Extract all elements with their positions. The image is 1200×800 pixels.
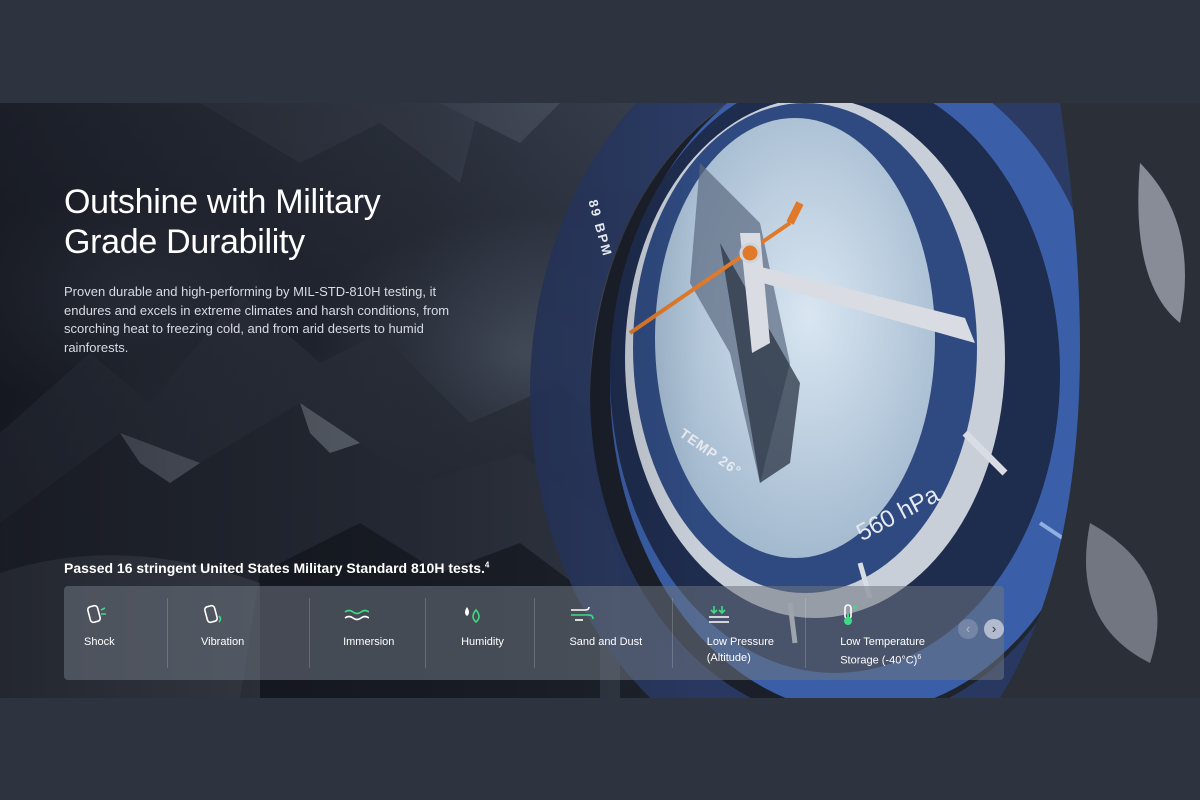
footnote-marker: 6 bbox=[917, 654, 922, 661]
footnote-marker: 4 bbox=[484, 560, 490, 570]
hero-description: Proven durable and high-performing by MI… bbox=[64, 284, 450, 355]
page-title: Outshine with Military Grade Durability bbox=[64, 182, 464, 262]
label-line-1: Low Temperature bbox=[840, 636, 925, 648]
carousel-prev-button[interactable]: ‹ bbox=[958, 619, 979, 639]
carousel-next-button[interactable]: › bbox=[984, 619, 1005, 639]
humidity-icon bbox=[461, 604, 534, 626]
shock-icon bbox=[84, 604, 167, 626]
test-item-vibration: Vibration bbox=[168, 586, 309, 680]
tests-heading-text: Passed 16 stringent United States Milita… bbox=[64, 560, 485, 576]
test-item-humidity: Humidity bbox=[426, 586, 534, 680]
immersion-icon bbox=[343, 604, 425, 626]
carousel-controls: ‹ › bbox=[958, 586, 1005, 680]
test-item-immersion: Immersion bbox=[310, 586, 425, 680]
test-item-shock: Shock bbox=[64, 586, 167, 680]
test-item-label: Vibration bbox=[200, 636, 245, 648]
test-item-sand-and-dust: Sand and Dust bbox=[535, 586, 671, 680]
test-item-label: Low Pressure (Altitude) bbox=[707, 634, 805, 666]
tests-carousel: Shock Vibration Immersion Humidity Sand … bbox=[64, 586, 1005, 680]
test-item-label: Humidity bbox=[461, 636, 504, 648]
label-line-1: Low Pressure bbox=[706, 636, 775, 648]
test-item-label: Shock bbox=[84, 636, 115, 648]
tests-heading: Passed 16 stringent United States Milita… bbox=[64, 560, 489, 576]
label-line-2: Storage (-40°C) bbox=[840, 654, 918, 667]
test-item-label: Sand and Dust bbox=[569, 636, 643, 648]
test-item-label: Low Temperature Storage (-40°C)6 bbox=[840, 634, 956, 669]
vibration-icon bbox=[201, 604, 309, 626]
thermometer-icon bbox=[840, 604, 956, 626]
wind-icon bbox=[569, 604, 671, 626]
pressure-icon bbox=[707, 604, 805, 626]
test-item-label: Immersion bbox=[343, 636, 395, 648]
test-item-low-pressure: Low Pressure (Altitude) bbox=[673, 586, 805, 680]
title-line-2: Grade Durability bbox=[64, 223, 305, 261]
title-line-1: Outshine with Military bbox=[64, 183, 381, 221]
label-line-2: (Altitude) bbox=[706, 652, 751, 664]
test-item-low-temperature: Low Temperature Storage (-40°C)6 bbox=[806, 586, 956, 680]
